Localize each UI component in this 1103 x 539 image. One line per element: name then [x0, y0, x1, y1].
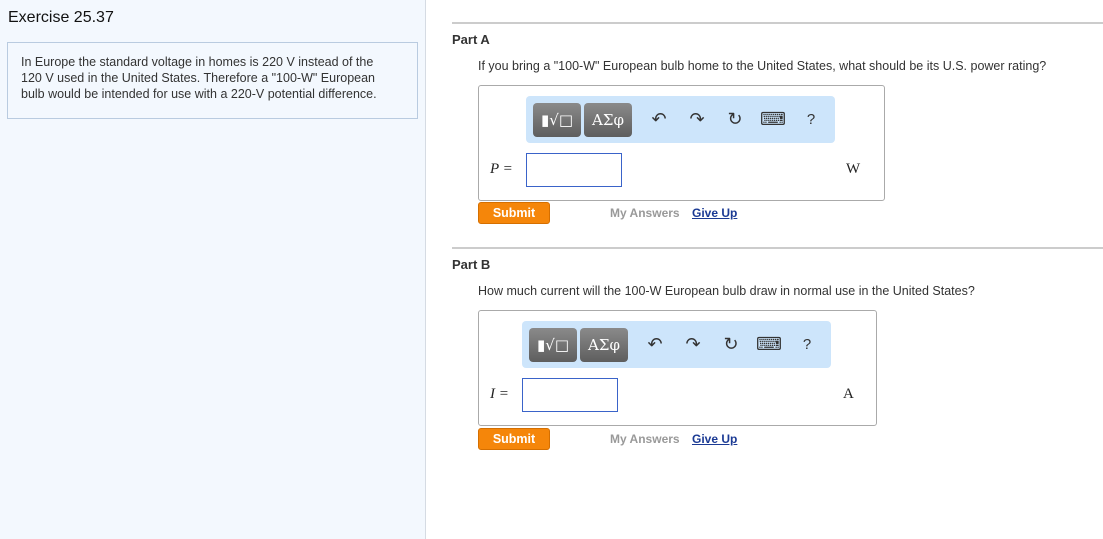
part-question: How much current will the 100-W European…	[478, 284, 975, 298]
problem-line: In Europe the standard voltage in homes …	[21, 55, 374, 69]
problem-line: bulb would be intended for use with a 22…	[21, 87, 377, 101]
submit-button[interactable]: Submit	[478, 202, 550, 224]
part-question: If you bring a "100-W" European bulb hom…	[478, 59, 1047, 73]
math-toolbar: ▮√□ ΑΣφ ↶ ↷ ↻ ⌨ ?	[526, 96, 835, 143]
undo-icon[interactable]: ↶	[636, 334, 674, 355]
unit-label: A	[843, 386, 854, 402]
problem-statement: In Europe the standard voltage in homes …	[7, 42, 418, 119]
submit-button[interactable]: Submit	[478, 428, 550, 450]
part-divider	[452, 247, 1103, 249]
help-icon[interactable]: ?	[792, 111, 830, 128]
symbols-button[interactable]: ΑΣφ	[584, 102, 632, 137]
redo-icon[interactable]: ↷	[674, 334, 712, 355]
variable-label: P =	[490, 161, 513, 177]
keyboard-icon[interactable]: ⌨	[754, 109, 792, 130]
part-title: Part A	[452, 32, 490, 47]
give-up-link[interactable]: Give Up	[692, 206, 737, 220]
part-title: Part B	[452, 257, 491, 272]
problem-line: 120 V used in the United States. Therefo…	[21, 71, 375, 85]
math-toolbar: ▮√□ ΑΣφ ↶ ↷ ↻ ⌨ ?	[522, 321, 831, 368]
my-answers-link[interactable]: My Answers	[610, 432, 680, 446]
keyboard-icon[interactable]: ⌨	[750, 334, 788, 355]
help-icon[interactable]: ?	[788, 336, 826, 353]
variable-label: I =	[490, 386, 509, 402]
answer-input[interactable]	[526, 153, 622, 187]
templates-button[interactable]: ▮√□	[529, 327, 577, 362]
answer-input[interactable]	[522, 378, 618, 412]
reset-icon[interactable]: ↻	[716, 109, 754, 130]
undo-icon[interactable]: ↶	[640, 109, 678, 130]
exercise-title: Exercise 25.37	[8, 9, 114, 26]
symbols-button[interactable]: ΑΣφ	[580, 327, 628, 362]
part-divider	[452, 22, 1103, 24]
unit-label: W	[846, 161, 861, 177]
give-up-link[interactable]: Give Up	[692, 432, 737, 446]
templates-button[interactable]: ▮√□	[533, 102, 581, 137]
reset-icon[interactable]: ↻	[712, 334, 750, 355]
my-answers-link[interactable]: My Answers	[610, 206, 680, 220]
redo-icon[interactable]: ↷	[678, 109, 716, 130]
